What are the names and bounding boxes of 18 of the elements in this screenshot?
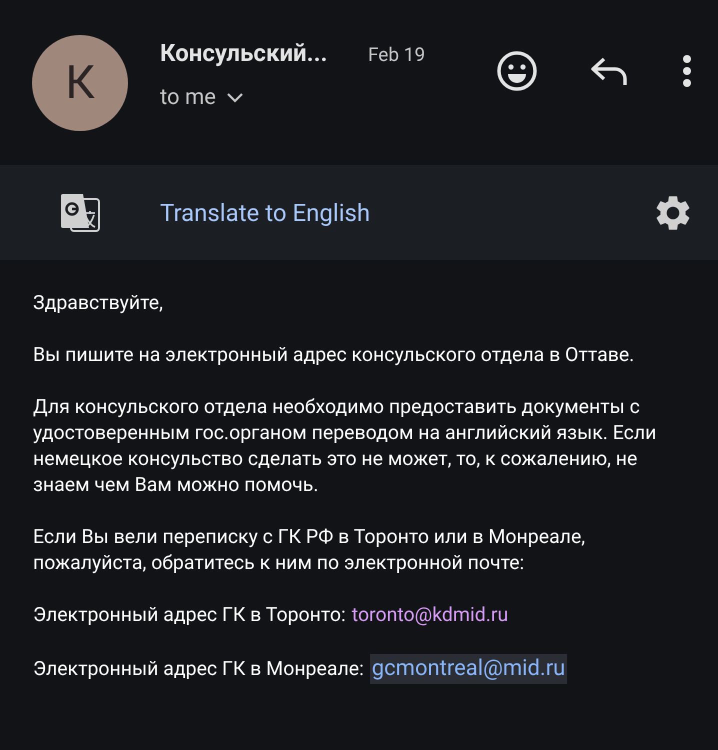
translate-link[interactable]: Translate to English xyxy=(160,194,370,230)
chevron-down-icon xyxy=(226,92,244,104)
avatar: К xyxy=(32,35,128,131)
message-paragraph: Здравствуйте, xyxy=(33,290,164,316)
reply-icon[interactable] xyxy=(590,56,630,86)
email-link[interactable]: toronto@kdmid.ru xyxy=(352,602,508,628)
message-paragraph: Если Вы вели переписку с ГК РФ в Торонто или в Монреале, пожалуйста, обратитесь к ним по электронной почте: xyxy=(33,524,586,576)
sender-name: Консульский... xyxy=(160,38,329,69)
emoji-icon[interactable] xyxy=(496,50,538,92)
email-link[interactable]: gcmontreal@mid.ru xyxy=(370,654,568,684)
message-paragraph: Вы пишите на электронный адрес консульского отдела в Оттаве. xyxy=(33,342,636,368)
message-paragraph: Для консульского отдела необходимо предоставить документы с удостоверенным гос.органом переводом на английский язык. Если немецкое консульство сделать это не может, то, к сожалению, не знаем чем Вам можно помочь. xyxy=(33,394,658,498)
contact-label: Электронный адрес ГК в Торонто: xyxy=(33,602,346,628)
more-options-icon[interactable] xyxy=(682,54,692,88)
translate-icon xyxy=(59,192,101,232)
contact-label: Электронный адрес ГК в Монреале: xyxy=(33,656,364,682)
recipient-dropdown[interactable]: to me xyxy=(160,81,426,114)
date: Feb 19 xyxy=(368,42,426,68)
